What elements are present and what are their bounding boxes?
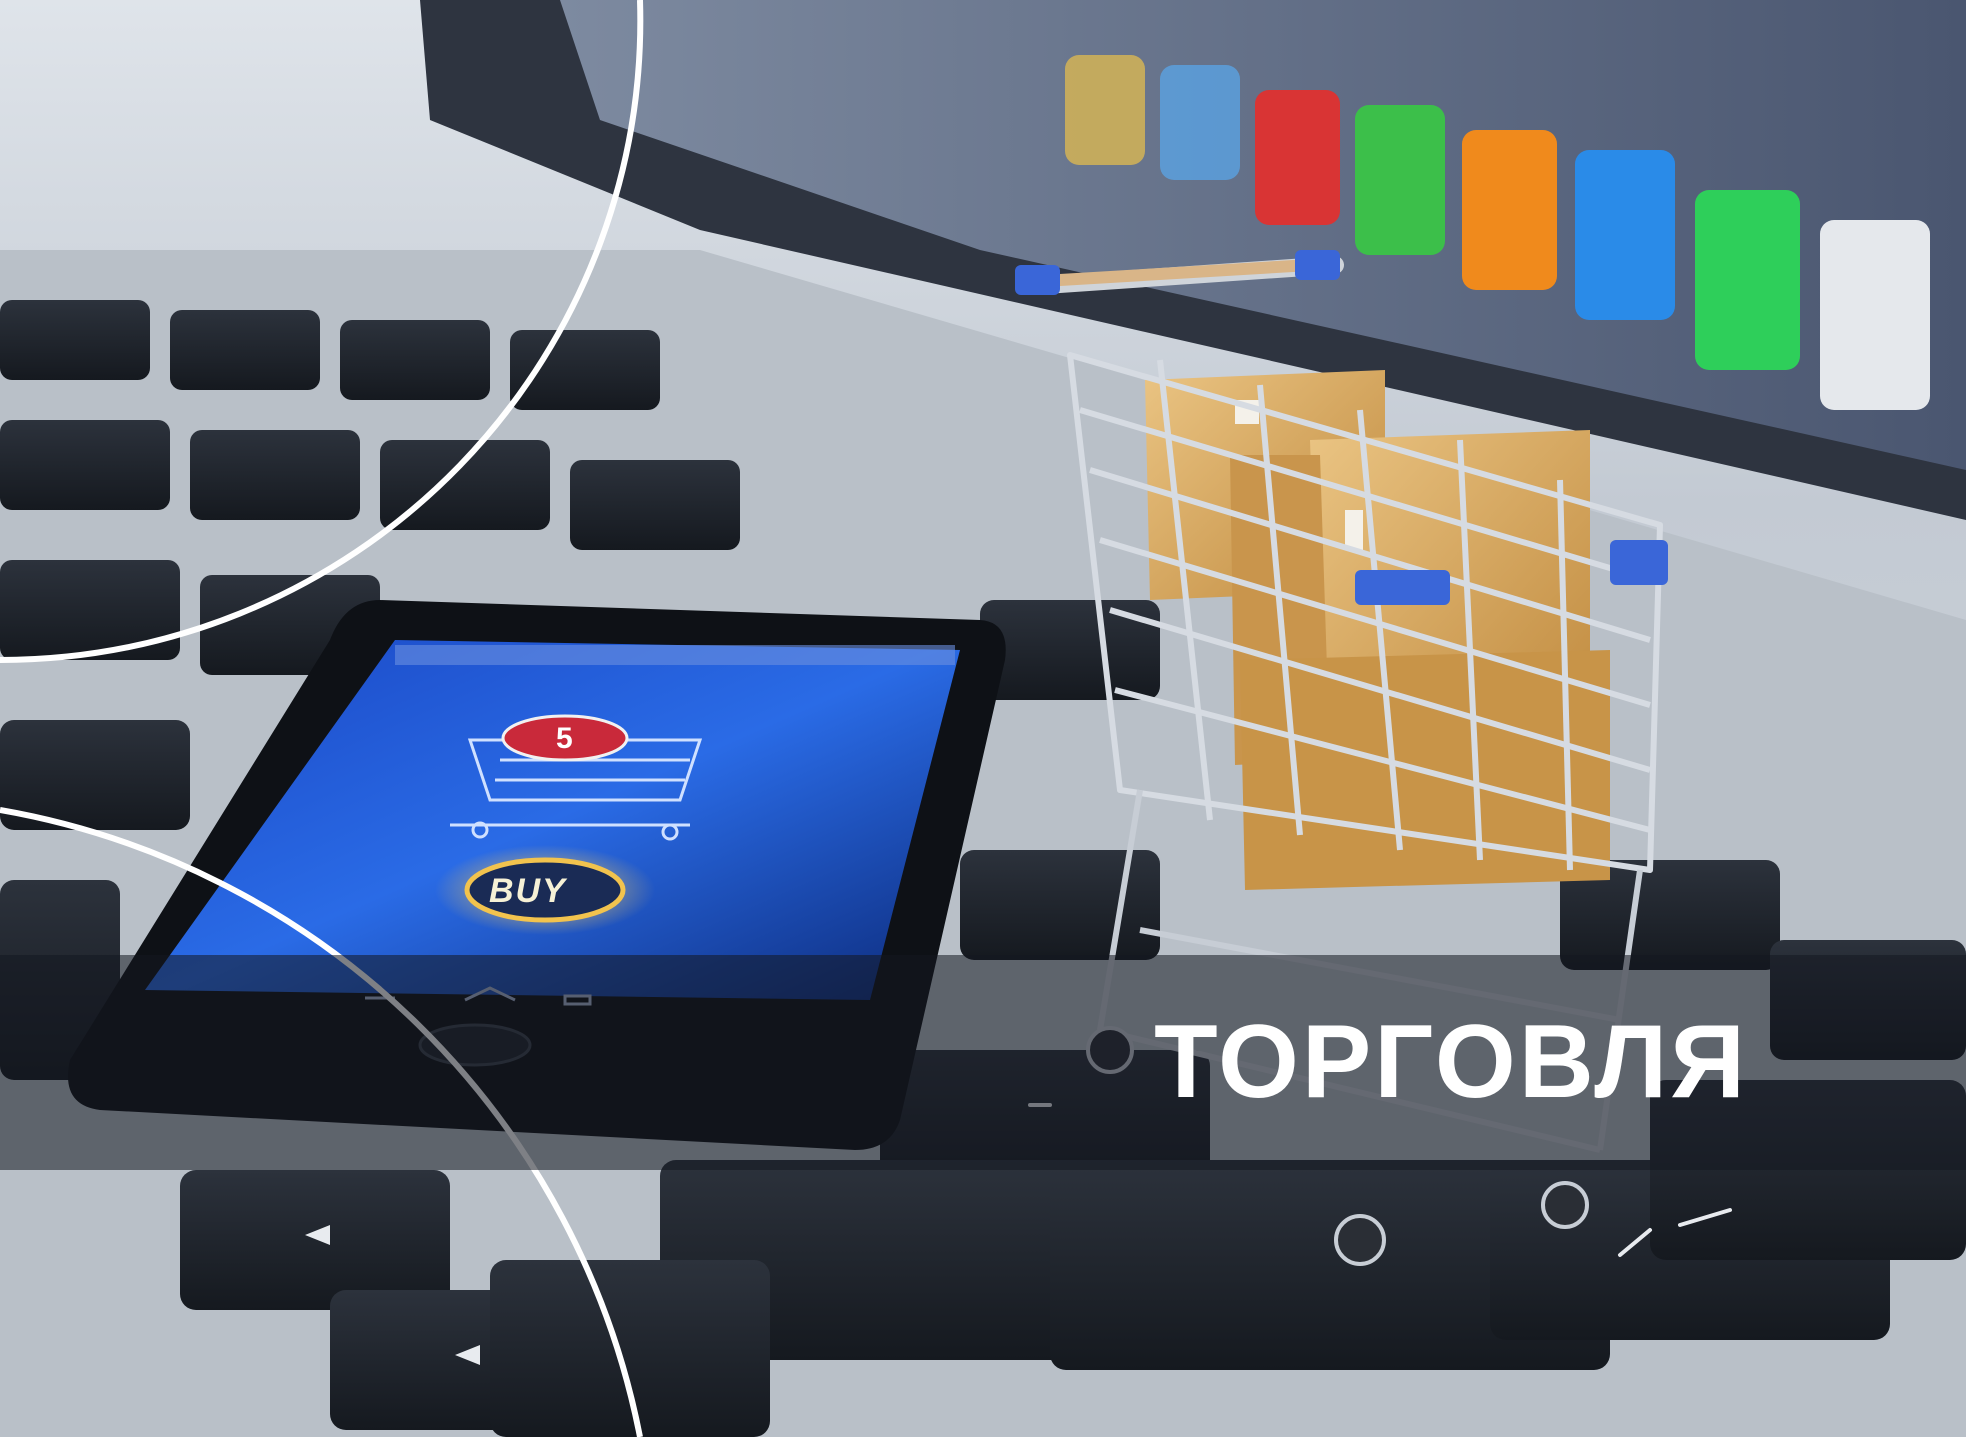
- app-icon: [1255, 90, 1340, 225]
- app-icon: [1462, 130, 1557, 290]
- shopping-photo: [0, 0, 1966, 1437]
- app-icon: [1355, 105, 1445, 255]
- app-icon: [1160, 65, 1240, 180]
- app-icon: [1695, 190, 1800, 370]
- buy-button-label: BUY: [489, 872, 567, 910]
- cart-count-badge: 5: [556, 722, 573, 755]
- banner-title: ТОРГОВЛЯ: [1154, 1004, 1748, 1120]
- ecommerce-banner: 5 BUY ТОРГОВЛЯ: [0, 0, 1966, 1437]
- app-icon: [1065, 55, 1145, 165]
- app-icon: [1820, 220, 1930, 410]
- app-icon: [1575, 150, 1675, 320]
